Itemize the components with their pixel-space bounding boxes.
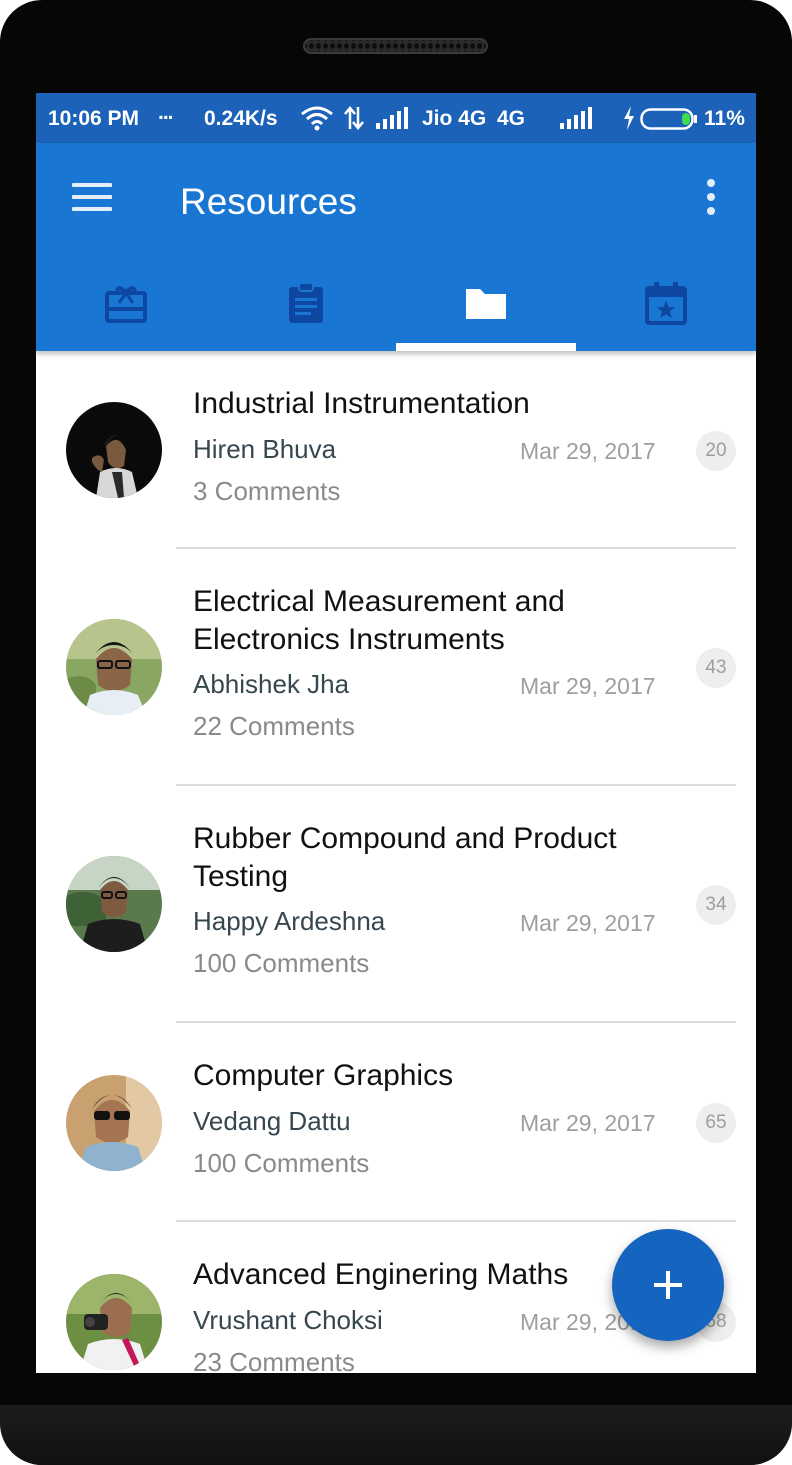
resource-comments[interactable]: 3 Comments	[193, 475, 340, 507]
add-resource-fab[interactable]	[612, 1229, 724, 1341]
status-dots: ...	[158, 101, 173, 124]
hamburger-menu-icon-bar	[72, 195, 112, 199]
page-title: Resources	[180, 181, 357, 222]
folder-icon	[466, 289, 506, 319]
status-time: 10:06 PM	[48, 107, 140, 130]
signal-icon	[560, 107, 592, 129]
app-bar: Resources	[36, 143, 756, 351]
tab-resources[interactable]	[396, 273, 576, 351]
resource-author[interactable]: Abhishek Jha	[193, 668, 349, 700]
assignment-icon	[289, 282, 323, 323]
tab-assignments[interactable]	[216, 273, 396, 351]
resource-date: Mar 29, 2017	[520, 910, 656, 936]
resource-comments[interactable]: 22 Comments	[193, 710, 355, 742]
menu-button[interactable]	[60, 179, 124, 223]
avatar	[66, 402, 162, 498]
resource-title: Rubber Compound and Product Testing	[193, 822, 617, 893]
avatar	[66, 856, 162, 952]
battery-icon	[640, 108, 697, 130]
more-options-button[interactable]	[696, 179, 726, 219]
list-item[interactable]: Computer Graphics Vedang Dattu Mar 29, 2…	[36, 1023, 756, 1222]
more-vert-icon	[707, 179, 715, 187]
status-net-speed: 0.24K/s	[204, 107, 278, 130]
more-vert-icon-dot	[707, 207, 715, 215]
charging-icon	[624, 106, 634, 130]
status-network-type: 4G	[497, 107, 526, 130]
wifi-icon	[301, 106, 333, 131]
more-vert-icon-dot	[707, 193, 715, 201]
earpiece-speaker	[303, 38, 488, 54]
count-badge: 65	[696, 1103, 736, 1143]
add-icon-stem	[666, 1271, 670, 1299]
card-giftcard-icon	[105, 286, 147, 323]
resource-author[interactable]: Vedang Dattu	[193, 1105, 351, 1137]
tab-gifts[interactable]	[36, 273, 216, 351]
signal-icon	[376, 107, 408, 129]
list-item[interactable]: Electrical Measurement and Electronics I…	[36, 549, 756, 786]
screen: 10:06 PM ... 0.24K/s Jio 4G 4G 11% Resou…	[36, 93, 756, 1373]
resource-comments[interactable]: 23 Comments	[193, 1346, 355, 1373]
count-badge: 20	[696, 431, 736, 471]
resource-title: Advanced Enginering Maths	[193, 1258, 569, 1291]
count-badge: 43	[696, 648, 736, 688]
hamburger-menu-icon-bar	[72, 207, 112, 211]
resource-title: Electrical Measurement and Electronics I…	[193, 585, 565, 656]
hamburger-menu-icon	[72, 183, 112, 187]
resource-title: Industrial Instrumentation	[193, 387, 530, 420]
avatar	[66, 1274, 162, 1370]
resource-date: Mar 29, 2017	[520, 438, 656, 464]
event-star-icon	[645, 282, 687, 325]
status-carrier: Jio 4G	[422, 107, 487, 130]
tab-events[interactable]	[576, 273, 756, 351]
resource-date: Mar 29, 2017	[520, 673, 656, 699]
status-battery-level: 11%	[704, 107, 745, 130]
resource-comments[interactable]: 100 Comments	[193, 947, 369, 979]
list-item[interactable]: Industrial Instrumentation Hiren Bhuva M…	[36, 351, 756, 549]
resource-author[interactable]: Hiren Bhuva	[193, 433, 336, 465]
data-arrows-icon	[344, 106, 364, 130]
resource-title: Computer Graphics	[193, 1059, 454, 1092]
count-badge: 34	[696, 885, 736, 925]
phone-bottom-bezel	[0, 1405, 792, 1465]
resource-date: Mar 29, 2017	[520, 1110, 656, 1136]
status-bar: 10:06 PM ... 0.24K/s Jio 4G 4G 11%	[36, 93, 756, 143]
resource-author[interactable]: Happy Ardeshna	[193, 905, 385, 937]
avatar	[66, 1075, 162, 1171]
avatar	[66, 619, 162, 715]
list-item[interactable]: Rubber Compound and Product Testing Happ…	[36, 786, 756, 1023]
phone-frame: 10:06 PM ... 0.24K/s Jio 4G 4G 11% Resou…	[0, 0, 792, 1465]
resource-comments[interactable]: 100 Comments	[193, 1147, 369, 1179]
tab-indicator	[396, 343, 576, 351]
resource-author[interactable]: Vrushant Choksi	[193, 1304, 383, 1336]
